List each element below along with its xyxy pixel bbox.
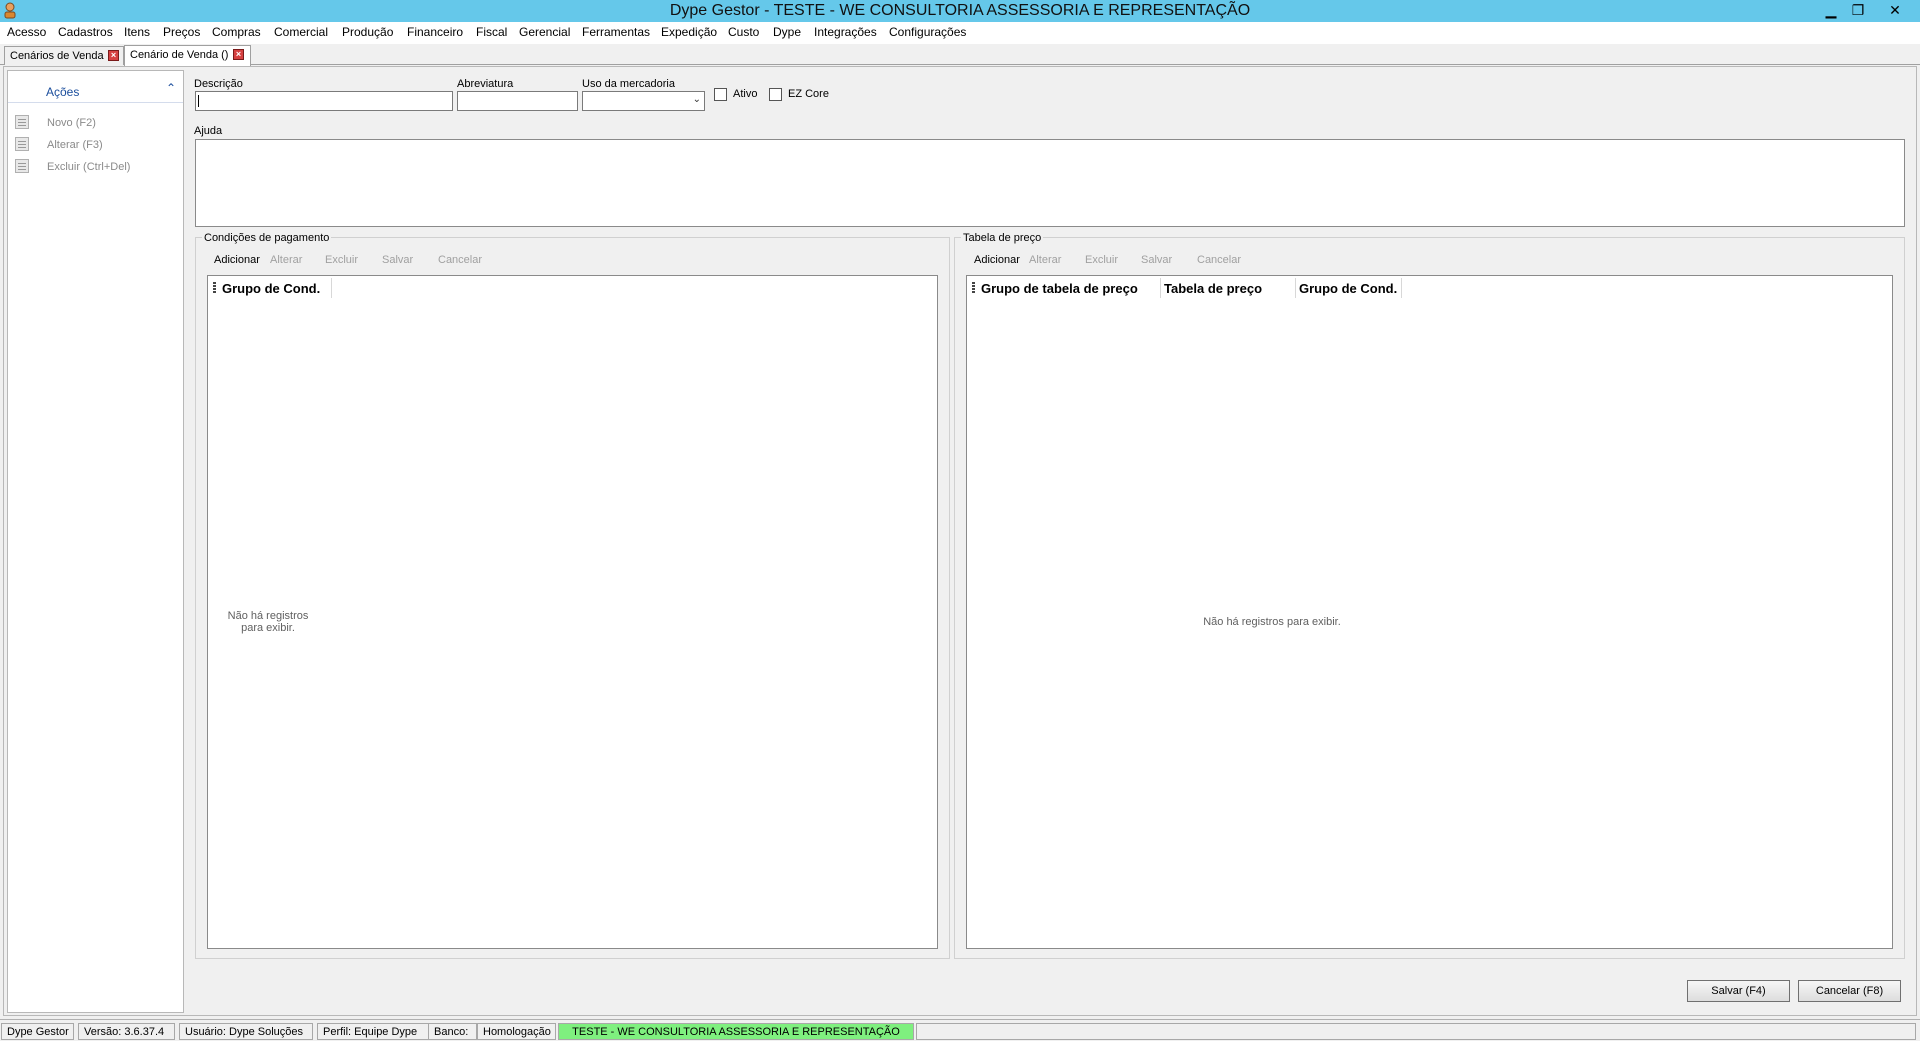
menu-itens[interactable]: Itens bbox=[124, 25, 150, 39]
restore-icon[interactable]: ❐ bbox=[1845, 1, 1871, 19]
status-company-badge: TESTE - WE CONSULTORIA ASSESSORIA E REPR… bbox=[558, 1023, 914, 1040]
menu-fiscal[interactable]: Fiscal bbox=[476, 25, 507, 39]
document-tabs: Cenários de Venda × Cenário de Venda () … bbox=[0, 45, 1920, 66]
tabela-excluir-button[interactable]: Excluir bbox=[1085, 254, 1118, 266]
menu-integracoes[interactable]: Integrações bbox=[814, 25, 877, 39]
ezcore-label: EZ Core bbox=[788, 88, 829, 100]
descricao-label: Descrição bbox=[194, 78, 243, 90]
descricao-input[interactable] bbox=[195, 91, 453, 111]
menu-dype[interactable]: Dype bbox=[773, 25, 801, 39]
menu-compras[interactable]: Compras bbox=[212, 25, 261, 39]
condicoes-salvar-button[interactable]: Salvar bbox=[382, 254, 413, 266]
condicoes-cancelar-button[interactable]: Cancelar bbox=[438, 254, 482, 266]
status-bank: Banco: bbox=[428, 1023, 477, 1040]
ajuda-label: Ajuda bbox=[194, 125, 223, 137]
column-header-tabela-preco[interactable]: Tabela de preço bbox=[1161, 278, 1296, 298]
action-alterar[interactable]: Alterar (F3) bbox=[15, 137, 175, 155]
status-filler bbox=[916, 1023, 1916, 1040]
menu-bar: Acesso Cadastros Itens Preços Compras Co… bbox=[0, 22, 1920, 44]
action-label: Novo (F2) bbox=[47, 117, 96, 129]
menu-producao[interactable]: Produção bbox=[342, 25, 393, 39]
empty-message-line1: Não há registros bbox=[227, 610, 309, 622]
empty-message-line2: para exibir. bbox=[241, 622, 295, 634]
menu-precos[interactable]: Preços bbox=[163, 25, 200, 39]
close-icon[interactable]: ✕ bbox=[1882, 1, 1908, 19]
uso-mercadoria-select[interactable]: ⌄ bbox=[582, 91, 705, 111]
menu-comercial[interactable]: Comercial bbox=[274, 25, 328, 39]
column-header-grupo-cond[interactable]: Grupo de Cond. bbox=[1296, 278, 1402, 298]
sidebar-header[interactable]: Ações ⌃ bbox=[8, 71, 183, 103]
ezcore-checkbox[interactable] bbox=[769, 88, 782, 101]
status-environment: Homologação bbox=[477, 1023, 556, 1040]
save-button[interactable]: Salvar (F4) bbox=[1687, 980, 1790, 1002]
window-title: Dype Gestor - TESTE - WE CONSULTORIA ASS… bbox=[669, 2, 1251, 19]
tabela-grid[interactable]: Grupo de tabela de preço Tabela de preço… bbox=[966, 275, 1893, 949]
tab-cenarios-de-venda[interactable]: Cenários de Venda × bbox=[4, 46, 124, 65]
action-label: Excluir (Ctrl+Del) bbox=[47, 161, 131, 173]
menu-financeiro[interactable]: Financeiro bbox=[407, 25, 463, 39]
condicoes-alterar-button[interactable]: Alterar bbox=[270, 254, 302, 266]
ativo-label: Ativo bbox=[733, 88, 758, 100]
abreviatura-input[interactable] bbox=[457, 91, 578, 111]
tabela-title: Tabela de preço bbox=[961, 232, 1044, 244]
close-icon[interactable]: × bbox=[108, 50, 119, 61]
menu-expedicao[interactable]: Expedição bbox=[661, 25, 717, 39]
menu-cadastros[interactable]: Cadastros bbox=[58, 25, 113, 39]
cancel-button[interactable]: Cancelar (F8) bbox=[1798, 980, 1901, 1002]
uso-mercadoria-label: Uso da mercadoria bbox=[582, 78, 675, 90]
document-icon bbox=[15, 115, 29, 129]
menu-custo[interactable]: Custo bbox=[728, 25, 759, 39]
condicoes-adicionar-button[interactable]: Adicionar bbox=[214, 254, 260, 266]
column-header-grupo-tabela[interactable]: Grupo de tabela de preço bbox=[978, 278, 1161, 298]
action-excluir[interactable]: Excluir (Ctrl+Del) bbox=[15, 159, 175, 177]
ativo-checkbox[interactable] bbox=[714, 88, 727, 101]
tab-label: Cenário de Venda () bbox=[130, 49, 229, 61]
tab-cenario-de-venda[interactable]: Cenário de Venda () × bbox=[124, 45, 251, 66]
status-profile: Perfil: Equipe Dype bbox=[317, 1023, 429, 1040]
chevron-up-icon[interactable]: ⌃ bbox=[166, 81, 176, 95]
sidebar-title: Ações bbox=[46, 85, 80, 99]
column-chooser-icon[interactable] bbox=[210, 280, 218, 294]
condicoes-grid[interactable]: Grupo de Cond. Não há registros para exi… bbox=[207, 275, 938, 949]
column-header-grupo-cond[interactable]: Grupo de Cond. bbox=[219, 278, 332, 298]
tab-label: Cenários de Venda bbox=[10, 50, 104, 62]
close-icon[interactable]: × bbox=[233, 49, 244, 60]
status-user: Usuário: Dype Soluções bbox=[179, 1023, 313, 1040]
title-bar: Dype Gestor - TESTE - WE CONSULTORIA ASS… bbox=[0, 0, 1920, 22]
tabela-cancelar-button[interactable]: Cancelar bbox=[1197, 254, 1241, 266]
empty-message: Não há registros para exibir. bbox=[1203, 616, 1341, 628]
status-version: Versão: 3.6.37.4 bbox=[78, 1023, 175, 1040]
status-bar: Dype Gestor Versão: 3.6.37.4 Usuário: Dy… bbox=[0, 1019, 1920, 1041]
action-label: Alterar (F3) bbox=[47, 139, 103, 151]
tabela-salvar-button[interactable]: Salvar bbox=[1141, 254, 1172, 266]
condicoes-excluir-button[interactable]: Excluir bbox=[325, 254, 358, 266]
empty-message: Não há registros para exibir. bbox=[220, 610, 316, 634]
actions-sidebar: Ações ⌃ Novo (F2) Alterar (F3) Excluir (… bbox=[7, 70, 184, 1013]
document-icon bbox=[15, 159, 29, 173]
tabela-adicionar-button[interactable]: Adicionar bbox=[974, 254, 1020, 266]
menu-acesso[interactable]: Acesso bbox=[7, 25, 46, 39]
tabela-alterar-button[interactable]: Alterar bbox=[1029, 254, 1061, 266]
condicoes-title: Condições de pagamento bbox=[202, 232, 332, 244]
document-icon bbox=[15, 137, 29, 151]
chevron-down-icon: ⌄ bbox=[692, 94, 701, 105]
text-caret bbox=[198, 95, 199, 107]
status-app: Dype Gestor bbox=[1, 1023, 74, 1040]
abreviatura-label: Abreviatura bbox=[457, 78, 514, 90]
menu-ferramentas[interactable]: Ferramentas bbox=[582, 25, 650, 39]
column-chooser-icon[interactable] bbox=[969, 280, 977, 294]
minimize-icon[interactable]: ▁ bbox=[1818, 1, 1844, 19]
action-novo[interactable]: Novo (F2) bbox=[15, 115, 175, 133]
menu-gerencial[interactable]: Gerencial bbox=[519, 25, 570, 39]
ajuda-textarea[interactable] bbox=[195, 139, 1905, 227]
menu-configuracoes[interactable]: Configurações bbox=[889, 25, 966, 39]
